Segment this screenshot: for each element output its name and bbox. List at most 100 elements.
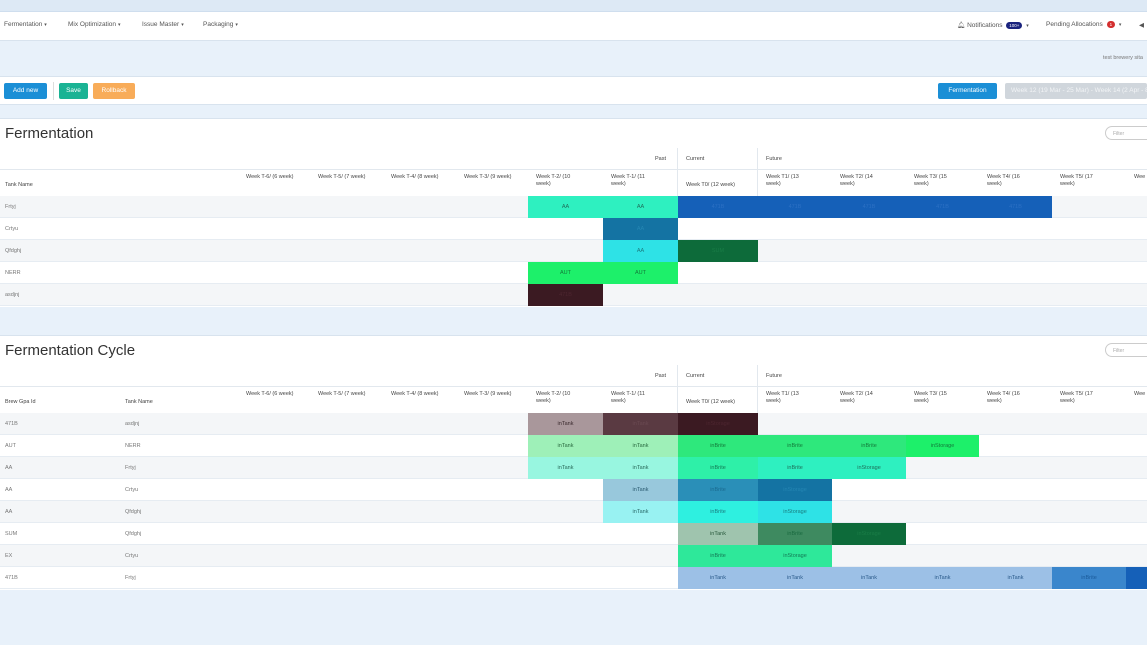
schedule-cell[interactable]: inTank — [678, 523, 758, 545]
schedule-cell[interactable]: AUT — [528, 262, 603, 284]
add-new-button[interactable]: Add new — [4, 83, 47, 99]
schedule-cell[interactable]: inTank — [678, 567, 758, 589]
schedule-cell[interactable]: inTank — [528, 413, 603, 435]
schedule-cell[interactable]: 471B — [678, 196, 758, 218]
week-column-header[interactable]: Wee — [1134, 391, 1147, 398]
table-row[interactable]: AUT NERR inTank inTank inBrite inBrite inBrite… — [0, 435, 1147, 457]
schedule-cell[interactable]: AUT — [603, 262, 678, 284]
nav-menu-packaging[interactable]: Packaging ▾ — [203, 21, 238, 28]
table-row[interactable]: Qfdghj AA SUM — [0, 240, 1147, 262]
rollback-button[interactable]: Rollback — [93, 83, 135, 99]
schedule-cell[interactable]: inBrite — [678, 435, 758, 457]
week-column-header[interactable]: Week T-1/ (11 week) — [611, 391, 659, 405]
nav-menu-issue-master[interactable]: Issue Master ▾ — [142, 21, 184, 28]
fermentation-filter-input[interactable]: Filter — [1105, 126, 1147, 140]
nav-menu-mix-optimization[interactable]: Mix Optimization ▾ — [68, 21, 121, 28]
schedule-cell[interactable]: inTank — [528, 435, 603, 457]
schedule-cell[interactable]: AA — [603, 240, 678, 262]
schedule-cell[interactable]: inBrite — [678, 501, 758, 523]
table-row[interactable]: SUM Qfdghj inTank inBrite inStorage — [0, 523, 1147, 545]
schedule-cell[interactable]: inStorage — [758, 479, 832, 501]
week-column-header[interactable]: Week T1/ (13 week) — [766, 391, 814, 405]
schedule-cell[interactable]: inBrite — [678, 545, 758, 567]
save-button[interactable]: Save — [59, 83, 88, 99]
schedule-cell[interactable]: inTank — [906, 567, 979, 589]
week-column-header[interactable]: Week T5/ (17 week) — [1060, 391, 1108, 405]
week-column-header[interactable]: Week T4/ (16 week) — [987, 174, 1035, 188]
schedule-cell[interactable]: inTank — [603, 501, 678, 523]
week-column-header[interactable]: Week T-1/ (11 week) — [611, 174, 659, 188]
schedule-cell[interactable]: inTank — [603, 413, 678, 435]
schedule-cell[interactable]: 471B — [979, 196, 1052, 218]
table-row[interactable]: NERR AUT AUT — [0, 262, 1147, 284]
week-column-header[interactable]: Week T1/ (13 week) — [766, 174, 814, 188]
week-column-header[interactable]: Week T-2/ (10 week) — [536, 174, 584, 188]
schedule-cell[interactable]: inTank — [979, 567, 1052, 589]
week-column-header[interactable]: Week T0/ (12 week) — [686, 182, 735, 189]
schedule-cell[interactable]: inTank — [758, 567, 832, 589]
schedule-cell[interactable]: inTank — [603, 479, 678, 501]
schedule-cell[interactable]: 471B — [906, 196, 979, 218]
week-column-header[interactable]: Week T-4/ (8 week) — [391, 391, 439, 398]
table-row[interactable]: asdjnj 471B — [0, 284, 1147, 306]
schedule-cell[interactable]: inBrite — [758, 457, 832, 479]
table-row[interactable]: AA Crtyu inTank inBrite inStorage — [0, 479, 1147, 501]
week-column-header[interactable]: Week T-2/ (10 week) — [536, 391, 584, 405]
schedule-cell[interactable]: inBrite — [832, 435, 906, 457]
schedule-cell[interactable]: 471B — [758, 196, 832, 218]
fermentation-view-button[interactable]: Fermentation — [938, 83, 997, 99]
week-column-header[interactable]: Week T3/ (15 week) — [914, 391, 962, 405]
schedule-cell[interactable]: inBrite — [758, 435, 832, 457]
week-column-header[interactable]: Week T0/ (12 week) — [686, 399, 735, 406]
table-row[interactable]: Crtyu AA — [0, 218, 1147, 240]
notifications-menu[interactable]: 🔔︎ Notifications 100+ ▾ — [957, 21, 1029, 29]
table-row[interactable]: AA Qfdghj inTank inBrite inStorage — [0, 501, 1147, 523]
schedule-cell[interactable]: inStorage — [906, 435, 979, 457]
schedule-cell[interactable]: inBrite — [1052, 567, 1126, 589]
week-column-header[interactable]: Week T2/ (14 week) — [840, 174, 888, 188]
week-column-header[interactable]: Week T-6/ (6 week) — [246, 391, 294, 398]
megaphone-icon[interactable]: ◀ — [1139, 21, 1144, 29]
week-column-header[interactable]: Wee — [1134, 174, 1147, 181]
schedule-cell[interactable]: inBrite — [758, 523, 832, 545]
schedule-cell[interactable]: inTank — [528, 457, 603, 479]
schedule-cell[interactable]: inStorage — [758, 501, 832, 523]
schedule-cell[interactable]: inBrite — [678, 457, 758, 479]
schedule-cell[interactable]: inStorage — [678, 413, 758, 435]
table-row[interactable]: EX Crtyu inBrite inStorage — [0, 545, 1147, 567]
schedule-cell[interactable] — [1126, 567, 1147, 589]
brew-gpa-id-column-header[interactable]: Brew Gpa Id — [5, 399, 36, 406]
schedule-cell[interactable]: inBrite — [678, 479, 758, 501]
week-column-header[interactable]: Week T2/ (14 week) — [840, 391, 888, 405]
schedule-cell[interactable]: inStorage — [832, 457, 906, 479]
schedule-cell[interactable]: SUM — [678, 240, 758, 262]
schedule-cell[interactable]: AA — [603, 218, 678, 240]
week-column-header[interactable]: Week T-3/ (9 week) — [464, 391, 512, 398]
table-row[interactable]: AA Frtyj inTank inTank inBrite inBrite inStora… — [0, 457, 1147, 479]
pending-allocations-menu[interactable]: Pending Allocations 1 ▾ — [1046, 21, 1121, 28]
week-column-header[interactable]: Week T-5/ (7 week) — [318, 391, 366, 398]
tank-name-column-header[interactable]: Tank Name — [5, 182, 33, 189]
schedule-cell[interactable]: AA — [603, 196, 678, 218]
week-column-header[interactable]: Week T3/ (15 week) — [914, 174, 962, 188]
schedule-cell[interactable]: inStorage — [758, 545, 832, 567]
schedule-cell[interactable]: inTank — [603, 457, 678, 479]
week-column-header[interactable]: Week T-5/ (7 week) — [318, 174, 366, 181]
table-row[interactable]: 471B asdjnj inTank inTank inStorage — [0, 413, 1147, 435]
week-column-header[interactable]: Week T-4/ (8 week) — [391, 174, 439, 181]
week-column-header[interactable]: Week T4/ (16 week) — [987, 391, 1035, 405]
week-column-header[interactable]: Week T5/ (17 week) — [1060, 174, 1108, 188]
schedule-cell[interactable]: inStorage — [832, 523, 906, 545]
schedule-cell[interactable]: inTank — [832, 567, 906, 589]
schedule-cell[interactable]: inTank — [603, 435, 678, 457]
schedule-cell[interactable]: AA — [528, 196, 603, 218]
schedule-cell[interactable]: 471B — [832, 196, 906, 218]
schedule-cell[interactable]: 471B — [528, 284, 603, 306]
week-range-selector[interactable]: Week 12 (19 Mar - 25 Mar) - Week 14 (2 A… — [1005, 83, 1147, 99]
table-row[interactable]: 471B Frtyj inTank inTank inTank inTank inTank i… — [0, 567, 1147, 589]
tank-name-column-header[interactable]: Tank Name — [125, 399, 153, 406]
table-row[interactable]: Frtyj AA AA 471B 471B 471B 471B 471B — [0, 196, 1147, 218]
week-column-header[interactable]: Week T-3/ (9 week) — [464, 174, 512, 181]
week-column-header[interactable]: Week T-6/ (6 week) — [246, 174, 294, 181]
fermentation-cycle-filter-input[interactable]: Filter — [1105, 343, 1147, 357]
